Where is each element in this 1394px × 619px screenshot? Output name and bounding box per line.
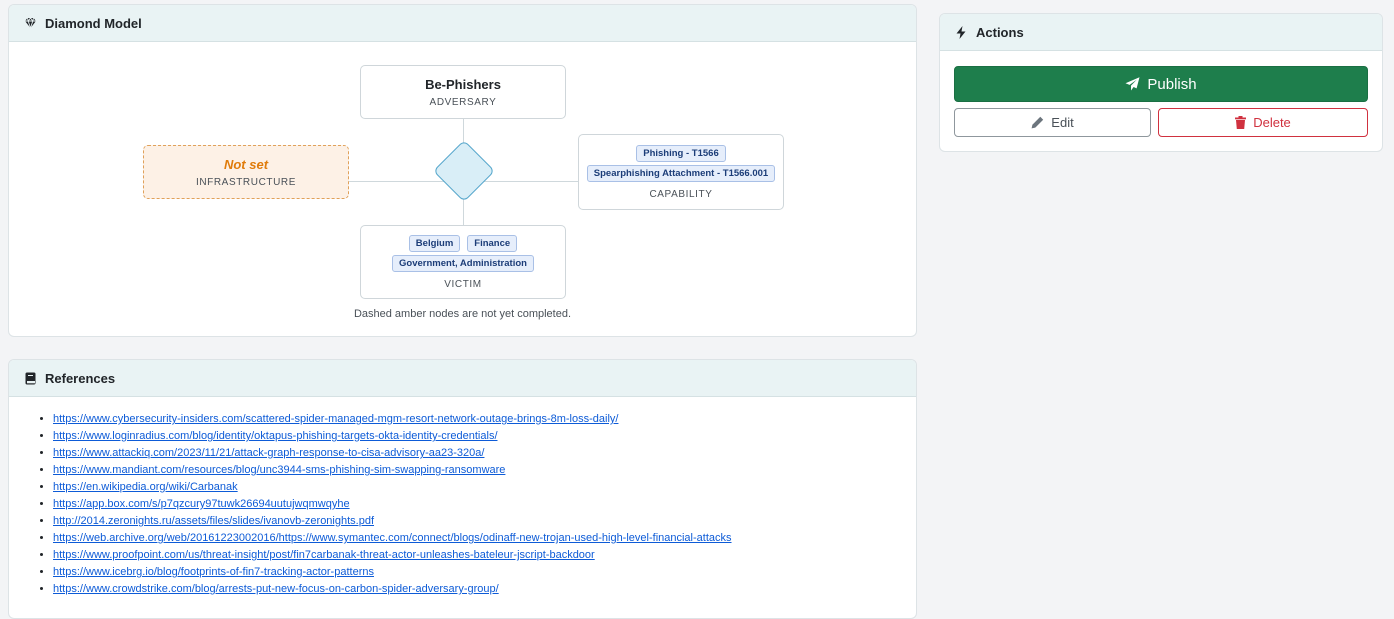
diagram-legend: Dashed amber nodes are not yet completed… [353, 308, 572, 320]
book-icon [23, 371, 37, 385]
list-item: https://www.crowdstrike.com/blog/arrests… [53, 581, 916, 598]
publish-label: Publish [1147, 75, 1197, 93]
actions-header: Actions [940, 14, 1382, 51]
diamond-model-card: Diamond Model Be-Phishers ADVERSARY Not … [8, 4, 917, 337]
adversary-node[interactable]: Be-Phishers ADVERSARY [360, 65, 566, 119]
list-item: https://www.loginradius.com/blog/identit… [53, 428, 916, 445]
reference-link[interactable]: https://www.cybersecurity-insiders.com/s… [53, 413, 618, 425]
list-item: https://app.box.com/s/p7qzcury97tuwk2669… [53, 496, 916, 513]
paper-plane-icon [1125, 77, 1140, 91]
edit-label: Edit [1051, 115, 1074, 130]
reference-link[interactable]: https://www.mandiant.com/resources/blog/… [53, 464, 505, 476]
references-title: References [45, 370, 116, 386]
publish-button[interactable]: Publish [954, 66, 1368, 102]
delete-label: Delete [1253, 115, 1291, 130]
list-item: https://www.mandiant.com/resources/blog/… [53, 462, 916, 479]
delete-button[interactable]: Delete [1158, 108, 1368, 137]
infrastructure-title: Not set [223, 156, 269, 172]
reference-link[interactable]: https://www.proofpoint.com/us/threat-ins… [53, 549, 595, 561]
reference-link[interactable]: https://www.crowdstrike.com/blog/arrests… [53, 583, 499, 595]
capability-node[interactable]: Phishing - T1566 Spearphishing Attachmen… [578, 134, 784, 210]
adversary-label: ADVERSARY [429, 96, 497, 108]
gem-icon [23, 16, 37, 30]
victim-tag: Belgium [408, 234, 461, 252]
reference-link[interactable]: https://web.archive.org/web/201612230020… [53, 532, 732, 544]
list-item: https://web.archive.org/web/201612230020… [53, 530, 916, 547]
diamond-diagram: Be-Phishers ADVERSARY Not set INFRASTRUC… [9, 43, 916, 336]
pencil-icon [1031, 116, 1044, 129]
victim-node[interactable]: Belgium Finance Government, Administrati… [360, 225, 566, 299]
center-diamond-shape [432, 139, 496, 203]
infrastructure-node[interactable]: Not set INFRASTRUCTURE [143, 145, 349, 199]
list-item: https://www.icebrg.io/blog/footprints-of… [53, 564, 916, 581]
victim-tag: Finance [467, 234, 518, 252]
capability-tag: Spearphishing Attachment - T1566.001 [586, 164, 776, 182]
trash-icon [1235, 116, 1247, 129]
edit-button[interactable]: Edit [954, 108, 1151, 137]
victim-tag: Government, Administration [392, 254, 534, 272]
bolt-icon [954, 25, 968, 39]
diamond-model-header: Diamond Model [9, 5, 916, 42]
actions-title: Actions [976, 24, 1024, 40]
references-card: References https://www.cybersecurity-ins… [8, 359, 917, 619]
list-item: https://en.wikipedia.org/wiki/Carbanak [53, 479, 916, 496]
capability-tag: Phishing - T1566 [636, 144, 726, 162]
reference-link[interactable]: https://www.attackiq.com/2023/11/21/atta… [53, 447, 484, 459]
reference-link[interactable]: https://en.wikipedia.org/wiki/Carbanak [53, 481, 238, 493]
victim-label: VICTIM [444, 278, 482, 290]
reference-link[interactable]: https://app.box.com/s/p7qzcury97tuwk2669… [53, 498, 350, 510]
list-item: https://www.proofpoint.com/us/threat-ins… [53, 547, 916, 564]
references-header: References [9, 360, 916, 397]
infrastructure-label: INFRASTRUCTURE [195, 176, 297, 188]
reference-link[interactable]: https://www.icebrg.io/blog/footprints-of… [53, 566, 374, 578]
reference-link[interactable]: https://www.loginradius.com/blog/identit… [53, 430, 498, 442]
list-item: https://www.cybersecurity-insiders.com/s… [53, 411, 916, 428]
diamond-model-title: Diamond Model [45, 15, 142, 31]
actions-card: Actions Publish Edit Delete [939, 13, 1383, 152]
adversary-title: Be-Phishers [425, 76, 501, 92]
references-list: https://www.cybersecurity-insiders.com/s… [9, 397, 916, 598]
capability-label: CAPABILITY [649, 188, 713, 200]
list-item: https://www.attackiq.com/2023/11/21/atta… [53, 445, 916, 462]
list-item: http://2014.zeronights.ru/assets/files/s… [53, 513, 916, 530]
reference-link[interactable]: http://2014.zeronights.ru/assets/files/s… [53, 515, 374, 527]
